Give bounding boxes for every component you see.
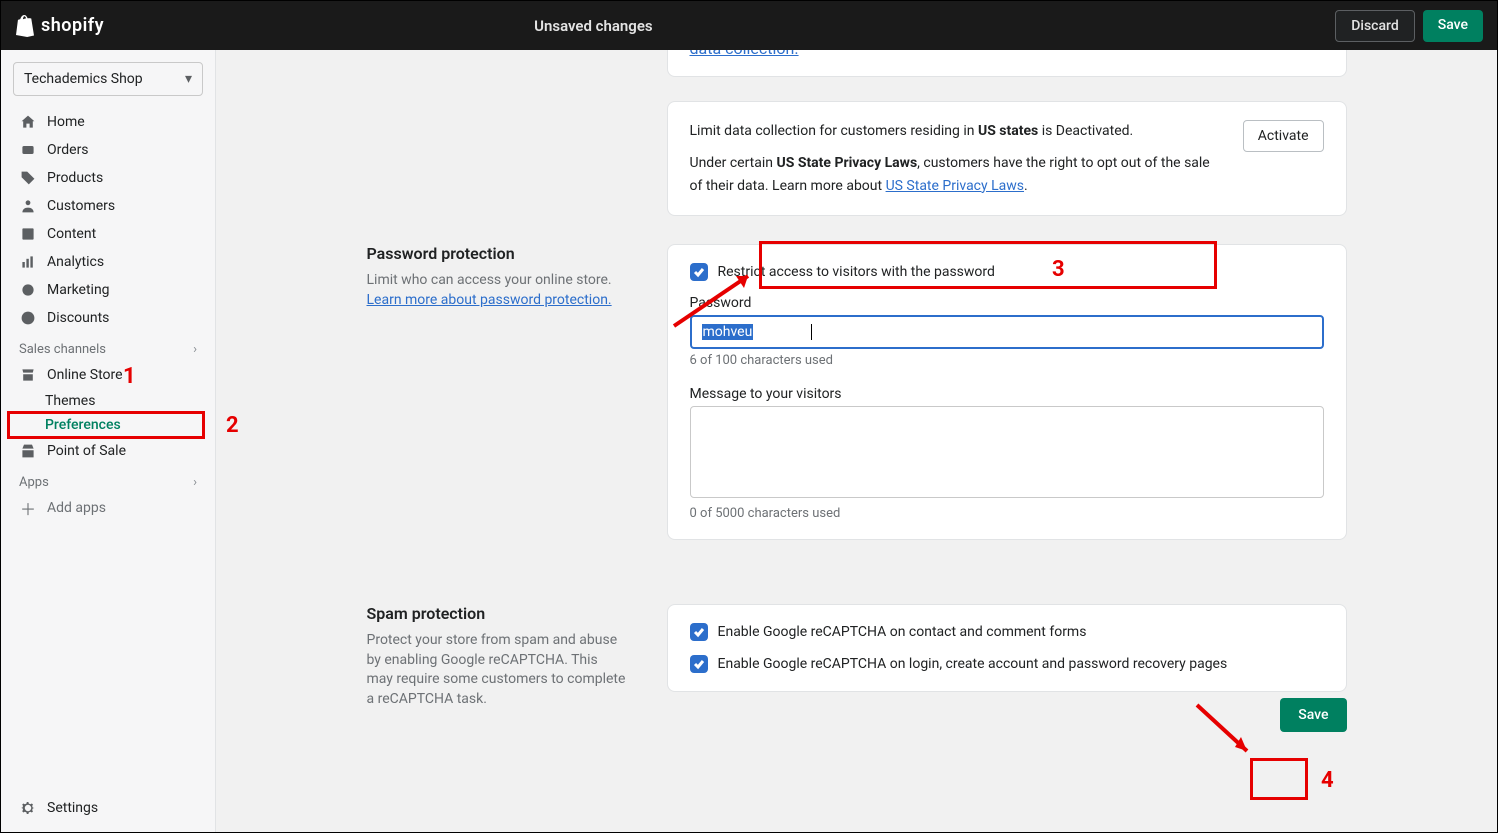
shop-name: Techademics Shop <box>24 71 143 87</box>
nav-orders[interactable]: Orders <box>1 136 215 164</box>
sidebar: Techademics Shop ▾ Home Orders Products … <box>1 50 216 832</box>
visitor-msg-label: Message to your visitors <box>690 386 1324 402</box>
discard-button[interactable]: Discard <box>1335 10 1414 42</box>
privacy-card: Limit data collection for customers resi… <box>667 101 1347 216</box>
brand-text: shopify <box>41 15 104 36</box>
marketing-icon <box>19 281 37 299</box>
spam-section: Spam protection Protect your store from … <box>367 604 1347 716</box>
visitor-msg-counter: 0 of 5000 characters used <box>690 506 1324 521</box>
footer-save-wrap: Save <box>1280 698 1346 732</box>
visitor-msg-textarea[interactable] <box>690 406 1324 498</box>
nav-customers[interactable]: Customers <box>1 192 215 220</box>
privacy-line1: Limit data collection for customers resi… <box>690 120 1223 142</box>
save-button-top[interactable]: Save <box>1423 10 1483 42</box>
content: data collection. Limit data collection f… <box>327 50 1387 756</box>
data-collection-link[interactable]: data collection. <box>690 50 799 58</box>
person-icon <box>19 197 37 215</box>
nav-label: Point of Sale <box>47 443 126 459</box>
nav-label: Home <box>47 114 85 130</box>
nav-marketing[interactable]: Marketing <box>1 276 215 304</box>
nav-label: Marketing <box>47 282 110 298</box>
nav-label: Products <box>47 170 103 186</box>
nav-label: Content <box>47 226 96 242</box>
nav-content[interactable]: Content <box>1 220 215 248</box>
orders-icon <box>19 141 37 159</box>
section-label: Sales channels <box>19 342 106 357</box>
main-area: data collection. Limit data collection f… <box>216 50 1497 832</box>
pos-icon <box>19 442 37 460</box>
privacy-card-top: data collection. <box>667 50 1347 77</box>
password-learn-link[interactable]: Learn more about password protection. <box>367 292 612 308</box>
us-state-privacy-link[interactable]: US State Privacy Laws <box>886 178 1024 194</box>
password-value: mohveu <box>702 324 754 340</box>
nav-themes[interactable]: Themes <box>1 389 215 413</box>
spam-desc: Protect your store from spam and abuse b… <box>367 631 627 709</box>
home-icon <box>19 113 37 131</box>
nav-settings[interactable]: Settings <box>1 794 215 822</box>
content-icon <box>19 225 37 243</box>
text-cursor <box>811 324 812 340</box>
store-icon <box>19 366 37 384</box>
spam-card: Enable Google reCAPTCHA on contact and c… <box>667 604 1347 692</box>
plus-icon: ＋ <box>19 499 37 517</box>
analytics-icon <box>19 253 37 271</box>
password-input[interactable]: mohveu <box>690 315 1324 349</box>
password-desc: Limit who can access your online store. … <box>367 271 627 310</box>
sidebar-footer: Settings <box>1 794 215 822</box>
discount-icon <box>19 309 37 327</box>
brand-logo: shopify <box>15 15 104 37</box>
chevron-right-icon: › <box>193 342 197 357</box>
save-button-bottom[interactable]: Save <box>1280 698 1346 732</box>
restrict-label: Restrict access to visitors with the pas… <box>718 264 995 280</box>
shop-switcher[interactable]: Techademics Shop ▾ <box>13 62 203 96</box>
nav-discounts[interactable]: Discounts <box>1 304 215 332</box>
password-title: Password protection <box>367 244 627 263</box>
nav-analytics[interactable]: Analytics <box>1 248 215 276</box>
section-label: Apps <box>19 475 49 490</box>
primary-nav: Home Orders Products Customers Content A… <box>1 108 215 522</box>
topbar-buttons: Discard Save <box>1335 10 1483 42</box>
password-section: Password protection Limit who can access… <box>367 244 1347 564</box>
tag-icon <box>19 169 37 187</box>
shopify-logo-icon <box>15 15 35 37</box>
apps-header[interactable]: Apps › <box>1 465 215 494</box>
recaptcha-login-label: Enable Google reCAPTCHA on login, create… <box>718 656 1228 672</box>
recaptcha-forms-row[interactable]: Enable Google reCAPTCHA on contact and c… <box>690 623 1324 641</box>
nav-online-store[interactable]: Online Store <box>1 361 215 389</box>
password-card: Restrict access to visitors with the pas… <box>667 244 1347 540</box>
nav-label: Online Store <box>47 367 123 383</box>
sales-channels-header[interactable]: Sales channels › <box>1 332 215 361</box>
topbar: shopify Unsaved changes Discard Save <box>1 1 1497 50</box>
recaptcha-forms-checkbox[interactable] <box>690 623 708 641</box>
privacy-line2: Under certain US State Privacy Laws, cus… <box>690 152 1223 197</box>
nav-preferences[interactable]: Preferences <box>1 413 215 437</box>
activate-button[interactable]: Activate <box>1243 120 1324 152</box>
nav-pos[interactable]: Point of Sale <box>1 437 215 465</box>
recaptcha-login-row[interactable]: Enable Google reCAPTCHA on login, create… <box>690 655 1324 673</box>
restrict-checkbox[interactable] <box>690 263 708 281</box>
unsaved-changes-label: Unsaved changes <box>534 17 1335 35</box>
caret-down-icon: ▾ <box>185 71 192 87</box>
recaptcha-forms-label: Enable Google reCAPTCHA on contact and c… <box>718 624 1087 640</box>
restrict-row[interactable]: Restrict access to visitors with the pas… <box>690 263 1324 281</box>
recaptcha-login-checkbox[interactable] <box>690 655 708 673</box>
nav-label: Discounts <box>47 310 109 326</box>
spam-title: Spam protection <box>367 604 627 623</box>
nav-label: Orders <box>47 142 89 158</box>
chevron-right-icon: › <box>193 475 197 490</box>
nav-label: Analytics <box>47 254 104 270</box>
nav-home[interactable]: Home <box>1 108 215 136</box>
nav-label: Add apps <box>47 500 106 516</box>
nav-add-apps[interactable]: ＋ Add apps <box>1 494 215 522</box>
gear-icon <box>19 799 37 817</box>
nav-label: Customers <box>47 198 115 214</box>
nav-label: Settings <box>47 800 98 816</box>
password-counter: 6 of 100 characters used <box>690 353 1324 368</box>
nav-products[interactable]: Products <box>1 164 215 192</box>
password-field-label: Password <box>690 295 1324 311</box>
